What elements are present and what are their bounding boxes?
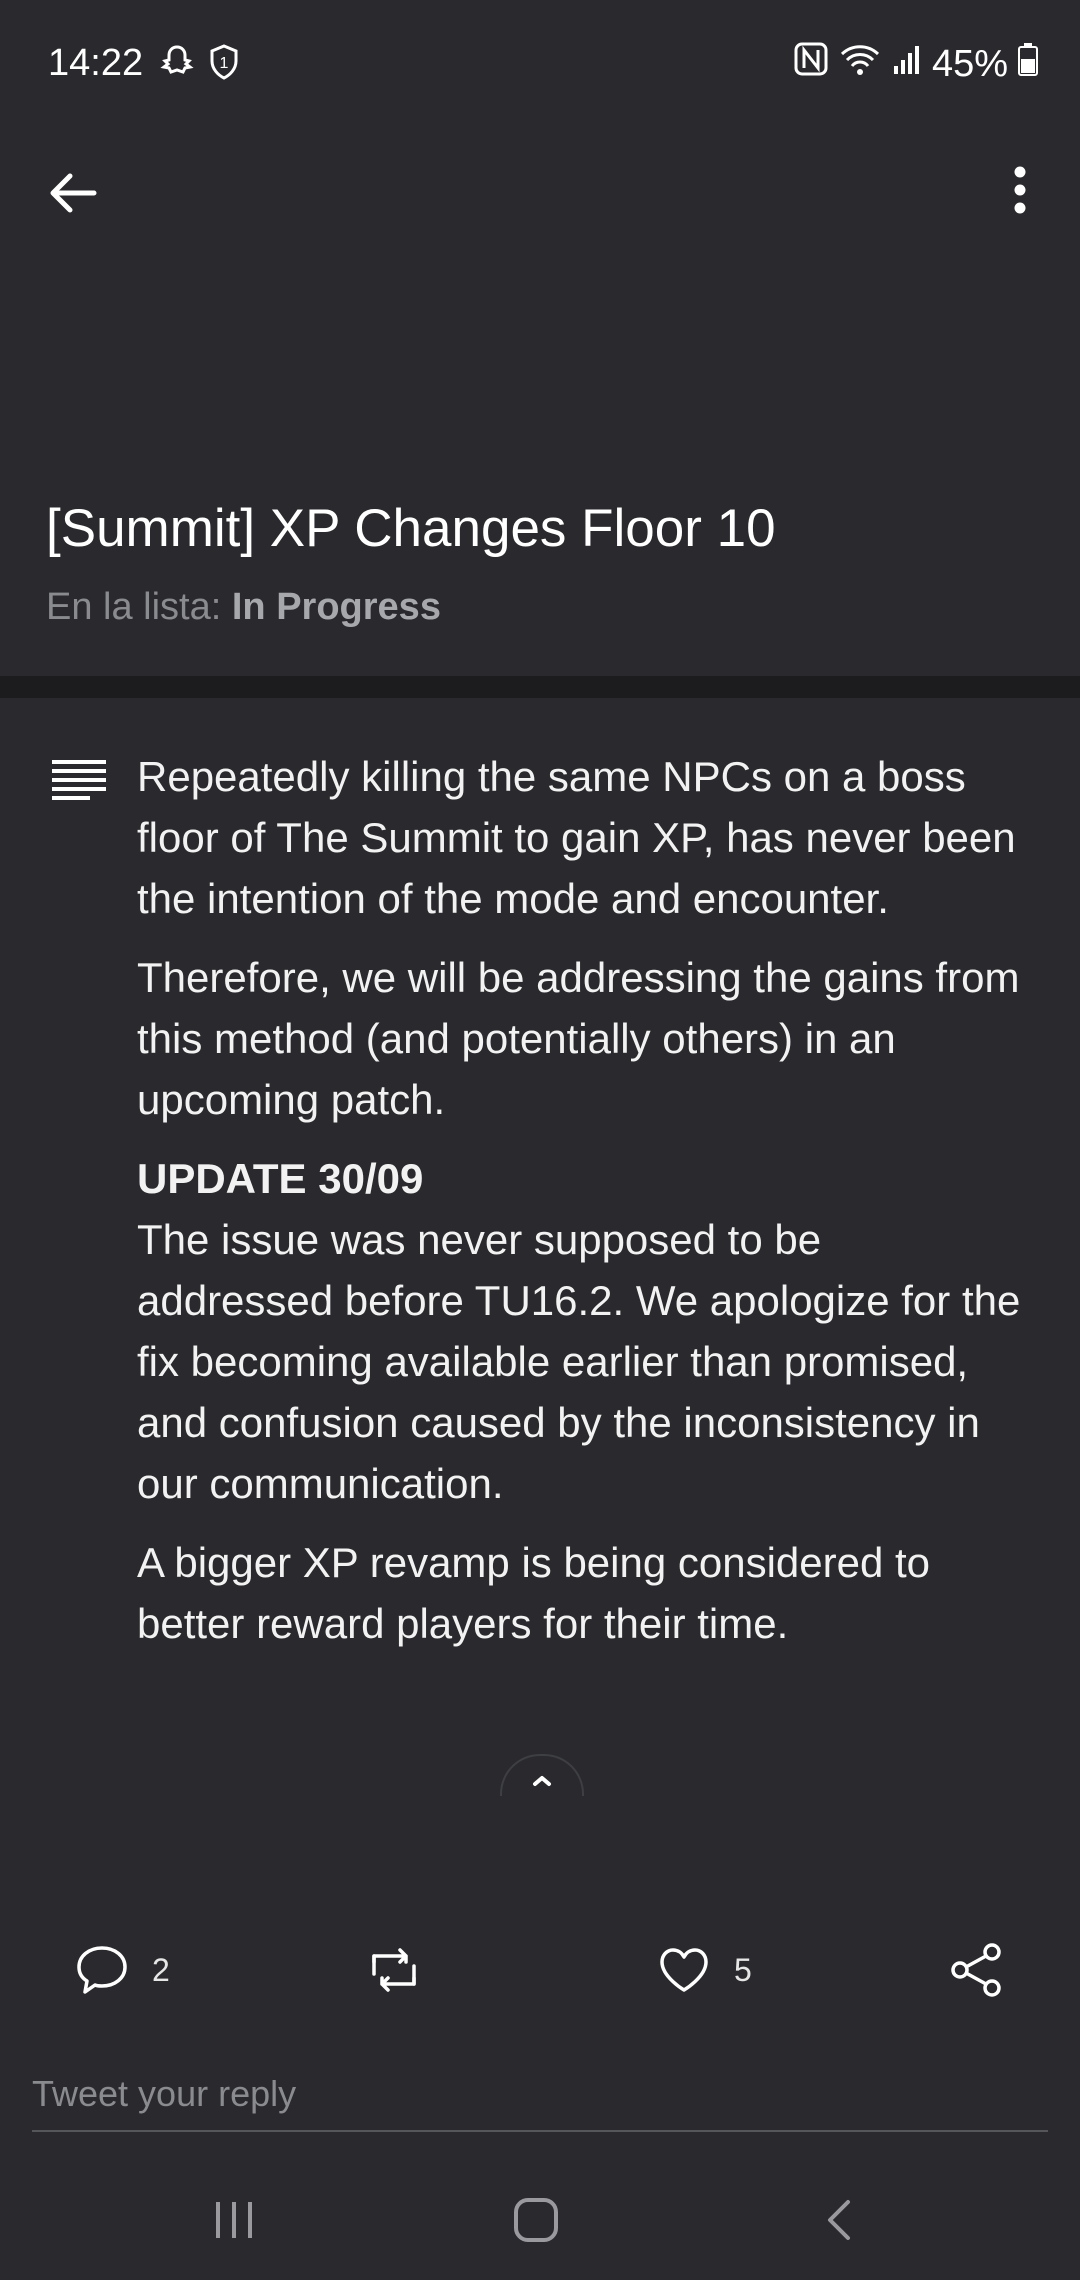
- retweet-icon: [372, 1948, 416, 1992]
- signal-icon: [892, 43, 922, 86]
- wifi-icon: [838, 42, 882, 86]
- like-count: 5: [734, 1951, 752, 1988]
- status-right: 45%: [794, 42, 1038, 86]
- more-options-button[interactable]: [990, 150, 1050, 230]
- tweet-actions: 2 5: [0, 1930, 1080, 2010]
- status-time: 14:22: [48, 42, 144, 84]
- list-info: En la lista: In Progress: [46, 586, 441, 629]
- comment-icon: [77, 1946, 127, 1994]
- recent-apps-button[interactable]: [204, 2190, 264, 2250]
- chevron-up-icon: [533, 1776, 551, 1786]
- paragraph-3: The issue was never supposed to be addre…: [137, 1216, 1021, 1507]
- snapchat-icon: [160, 44, 194, 85]
- home-button[interactable]: [506, 2190, 566, 2250]
- section-divider: [0, 676, 1080, 698]
- nfc-icon: [794, 42, 828, 86]
- share-icon: [951, 1943, 1001, 1997]
- list-name[interactable]: In Progress: [232, 586, 441, 628]
- recent-apps-icon: [216, 2202, 252, 2238]
- status-bar: 14:22 1 45%: [0, 0, 1080, 130]
- reply-input[interactable]: Tweet your reply: [32, 2064, 1048, 2132]
- paragraph-2: Therefore, we will be addressing the gai…: [137, 954, 1020, 1123]
- description-body: Repeatedly killing the same NPCs on a bo…: [137, 746, 1027, 1672]
- like-button[interactable]: 5: [656, 1930, 752, 2010]
- list-prefix: En la lista:: [46, 586, 232, 628]
- battery-text: 45%: [931, 42, 1008, 85]
- comment-count: 2: [152, 1951, 170, 1988]
- more-vertical-icon: [1014, 166, 1026, 214]
- shield-1-icon: 1: [208, 44, 240, 85]
- arrow-left-icon: [50, 173, 97, 213]
- back-button[interactable]: [40, 158, 110, 228]
- description-icon: [52, 760, 106, 802]
- heart-icon: [660, 1948, 708, 1992]
- reply-button[interactable]: 2: [74, 1930, 170, 2010]
- svg-text:1: 1: [220, 55, 229, 72]
- retweet-button[interactable]: [362, 1930, 426, 2010]
- battery-icon: [1018, 42, 1038, 86]
- paragraph-4: A bigger XP revamp is being considered t…: [137, 1539, 931, 1647]
- collapse-button[interactable]: [500, 1754, 584, 1796]
- update-heading: UPDATE 30/09: [137, 1155, 424, 1202]
- back-nav-button[interactable]: [810, 2190, 870, 2250]
- home-icon: [514, 2198, 558, 2242]
- chevron-left-icon: [828, 2200, 850, 2240]
- system-nav-bar: [0, 2160, 1080, 2280]
- share-button[interactable]: [946, 1930, 1006, 2010]
- page-title: [Summit] XP Changes Floor 10: [46, 499, 776, 558]
- paragraph-1: Repeatedly killing the same NPCs on a bo…: [137, 753, 1016, 922]
- top-app-bar: [0, 130, 1080, 230]
